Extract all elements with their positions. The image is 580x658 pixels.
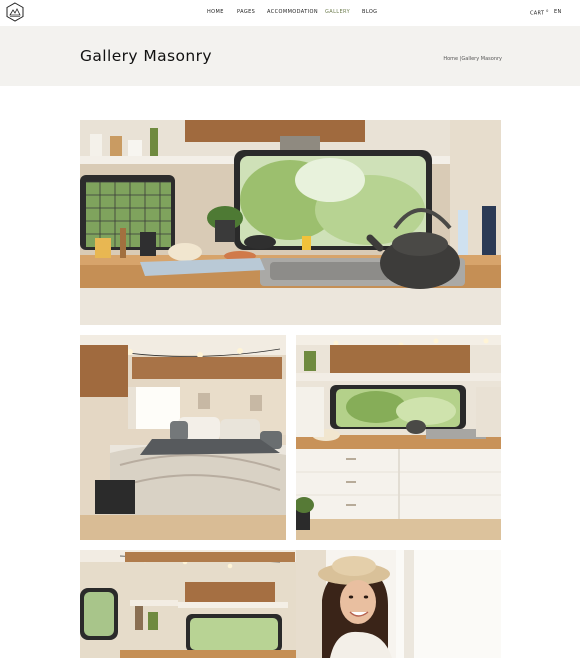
language-switcher[interactable]: EN	[554, 9, 562, 15]
nav-accommodation[interactable]: ACCOMMODATION	[267, 9, 318, 15]
gallery-image-van-kitchen[interactable]	[296, 335, 501, 540]
nav-gallery[interactable]: GALLERY	[325, 9, 350, 15]
gallery-image-kitchen-kettle[interactable]	[80, 120, 501, 325]
cart-count: 0	[546, 9, 549, 13]
page-title-band: Gallery Masonry Home |Gallery Masonry	[0, 26, 580, 86]
cart-label: CART	[530, 10, 545, 17]
van-kitchen-photo	[296, 335, 501, 540]
cart-link[interactable]: CART 0	[530, 9, 549, 17]
nav-pages[interactable]: PAGES	[237, 9, 255, 15]
breadcrumb: Home |Gallery Masonry	[443, 56, 502, 62]
van-interior-photo	[80, 550, 296, 658]
gallery-image-van-interior[interactable]	[80, 550, 296, 658]
header-tools: CART 0 EN	[530, 9, 570, 17]
gallery-image-van-bed[interactable]	[80, 335, 286, 540]
van-bed-photo	[80, 335, 286, 540]
breadcrumb-current: Gallery Masonry	[461, 56, 502, 62]
site-header: HOME PAGES ACCOMMODATION GALLERY BLOG CA…	[0, 0, 580, 26]
woman-hat-photo	[296, 550, 501, 658]
nav-blog[interactable]: BLOG	[362, 9, 377, 15]
page-title: Gallery Masonry	[80, 47, 212, 65]
main-nav: HOME PAGES ACCOMMODATION GALLERY BLOG	[0, 9, 580, 17]
breadcrumb-home[interactable]: Home	[443, 56, 458, 62]
kitchen-kettle-photo	[80, 120, 501, 325]
gallery-image-woman-hat[interactable]	[296, 550, 501, 658]
nav-home[interactable]: HOME	[207, 9, 224, 15]
